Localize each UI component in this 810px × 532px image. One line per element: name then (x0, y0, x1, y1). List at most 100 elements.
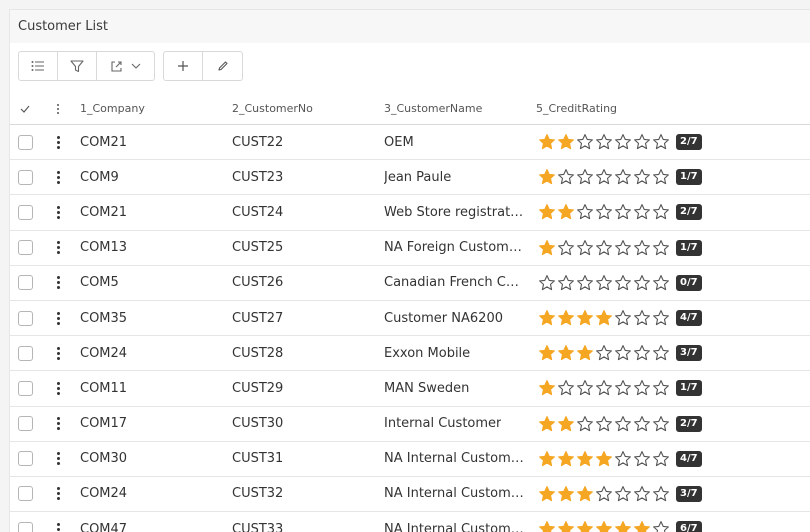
rating-stars (538, 274, 670, 292)
table-row[interactable]: COM30 CUST31 NA Internal Customer... 4/7 (10, 442, 810, 477)
rating-badge: 6/7 (676, 521, 702, 532)
credit-rating-cell: 3/7 (538, 336, 702, 370)
kebab-icon (55, 241, 61, 255)
star-filled-icon (558, 415, 574, 431)
export-dropdown-button[interactable] (97, 52, 154, 80)
company-cell: COM24 (80, 345, 128, 361)
view-button-group (18, 51, 155, 81)
table-row[interactable]: COM21 CUST24 Web Store registratio... 2/… (10, 195, 810, 231)
table-row[interactable]: COM21 CUST22 OEM 2/7 (10, 125, 810, 161)
row-menu-button[interactable] (55, 512, 61, 532)
customer-no-cell: CUST28 (232, 345, 284, 361)
customer-no-cell: CUST27 (232, 310, 284, 326)
star-empty-icon (634, 345, 650, 361)
list-icon (31, 61, 44, 71)
star-empty-icon (653, 486, 669, 502)
row-menu-button[interactable] (55, 266, 61, 300)
row-checkbox[interactable] (18, 416, 33, 432)
title-bar: Customer List (10, 10, 810, 43)
star-empty-icon (634, 239, 650, 255)
customer-no-cell: CUST24 (232, 204, 284, 220)
star-empty-icon (653, 169, 669, 185)
row-checkbox[interactable] (18, 310, 33, 326)
star-empty-icon (577, 204, 593, 220)
star-empty-icon (596, 486, 612, 502)
kebab-icon (55, 276, 61, 290)
credit-rating-cell: 1/7 (538, 231, 702, 265)
rating-stars (538, 450, 670, 468)
star-filled-icon (596, 521, 612, 532)
column-header-customer-name[interactable]: 3_CustomerName (384, 93, 482, 124)
rating-stars (538, 485, 670, 503)
header-menu-button[interactable] (55, 93, 61, 124)
column-header-customer-no[interactable]: 2_CustomerNo (232, 93, 313, 124)
row-menu-button[interactable] (55, 231, 61, 265)
row-checkbox[interactable] (18, 204, 33, 220)
row-menu-button[interactable] (55, 125, 61, 159)
customer-name-text: MAN Sweden (384, 380, 470, 396)
star-empty-icon (615, 204, 631, 220)
star-empty-icon (558, 169, 574, 185)
customer-no-cell: CUST22 (232, 134, 284, 150)
row-checkbox[interactable] (18, 451, 33, 467)
row-checkbox[interactable] (18, 240, 33, 256)
star-empty-icon (634, 310, 650, 326)
row-menu-button[interactable] (55, 477, 61, 511)
row-checkbox[interactable] (18, 169, 33, 185)
edit-button[interactable] (203, 52, 242, 80)
star-filled-icon (577, 486, 593, 502)
star-filled-icon (634, 521, 650, 532)
row-menu-button[interactable] (55, 160, 61, 194)
row-checkbox-cell (18, 477, 33, 511)
rating-stars (538, 415, 670, 433)
table-row[interactable]: COM9 CUST23 Jean Paule 1/7 (10, 160, 810, 196)
table-row[interactable]: COM24 CUST32 NA Internal Customer... 3/7 (10, 477, 810, 513)
row-menu-button[interactable] (55, 442, 61, 476)
rating-badge: 4/7 (676, 310, 702, 327)
star-empty-icon (634, 380, 650, 396)
row-menu-button[interactable] (55, 336, 61, 370)
star-empty-icon (634, 486, 650, 502)
star-filled-icon (558, 310, 574, 326)
star-empty-icon (558, 274, 574, 290)
row-checkbox-cell (18, 160, 33, 194)
row-checkbox[interactable] (18, 345, 33, 361)
star-empty-icon (653, 274, 669, 290)
star-empty-icon (634, 134, 650, 150)
star-empty-icon (615, 345, 631, 361)
table-row[interactable]: COM17 CUST30 Internal Customer 2/7 (10, 407, 810, 442)
row-checkbox[interactable] (18, 486, 33, 502)
rating-stars (538, 379, 670, 397)
table-row[interactable]: COM24 CUST28 Exxon Mobile 3/7 (10, 336, 810, 372)
list-view-button[interactable] (19, 52, 58, 80)
row-menu-button[interactable] (55, 301, 61, 335)
filter-button[interactable] (58, 52, 97, 80)
row-checkbox[interactable] (18, 380, 33, 396)
star-empty-icon (596, 380, 612, 396)
select-all-check[interactable] (20, 93, 30, 124)
star-empty-icon (653, 310, 669, 326)
table-row[interactable]: COM35 CUST27 Customer NA6200 4/7 (10, 301, 810, 337)
customer-no-cell: CUST25 (232, 240, 284, 256)
customer-no-cell: CUST30 (232, 416, 284, 432)
table-row[interactable]: COM11 CUST29 MAN Sweden 1/7 (10, 371, 810, 407)
table-row[interactable]: COM13 CUST25 NA Foreign Customer... 1/7 (10, 231, 810, 266)
row-checkbox[interactable] (18, 134, 33, 150)
row-menu-button[interactable] (55, 371, 61, 405)
star-empty-icon (558, 239, 574, 255)
table-row[interactable]: COM47 CUST33 NA Internal Customer... 6/7 (10, 512, 810, 532)
customer-no-cell: CUST31 (232, 451, 284, 467)
row-checkbox[interactable] (18, 521, 33, 532)
column-header-company[interactable]: 1_Company (80, 93, 145, 124)
add-button[interactable] (164, 52, 203, 80)
table-row[interactable]: COM5 CUST26 Canadian French Cus... 0/7 (10, 266, 810, 301)
row-menu-button[interactable] (55, 195, 61, 229)
customer-name-text: OEM (384, 134, 414, 150)
star-empty-icon (634, 204, 650, 220)
row-checkbox[interactable] (18, 275, 33, 291)
star-empty-icon (653, 204, 669, 220)
rating-badge: 4/7 (676, 450, 702, 467)
page-title: Customer List (18, 19, 109, 34)
column-header-credit-rating[interactable]: 5_CreditRating (536, 93, 617, 124)
row-menu-button[interactable] (55, 407, 61, 441)
